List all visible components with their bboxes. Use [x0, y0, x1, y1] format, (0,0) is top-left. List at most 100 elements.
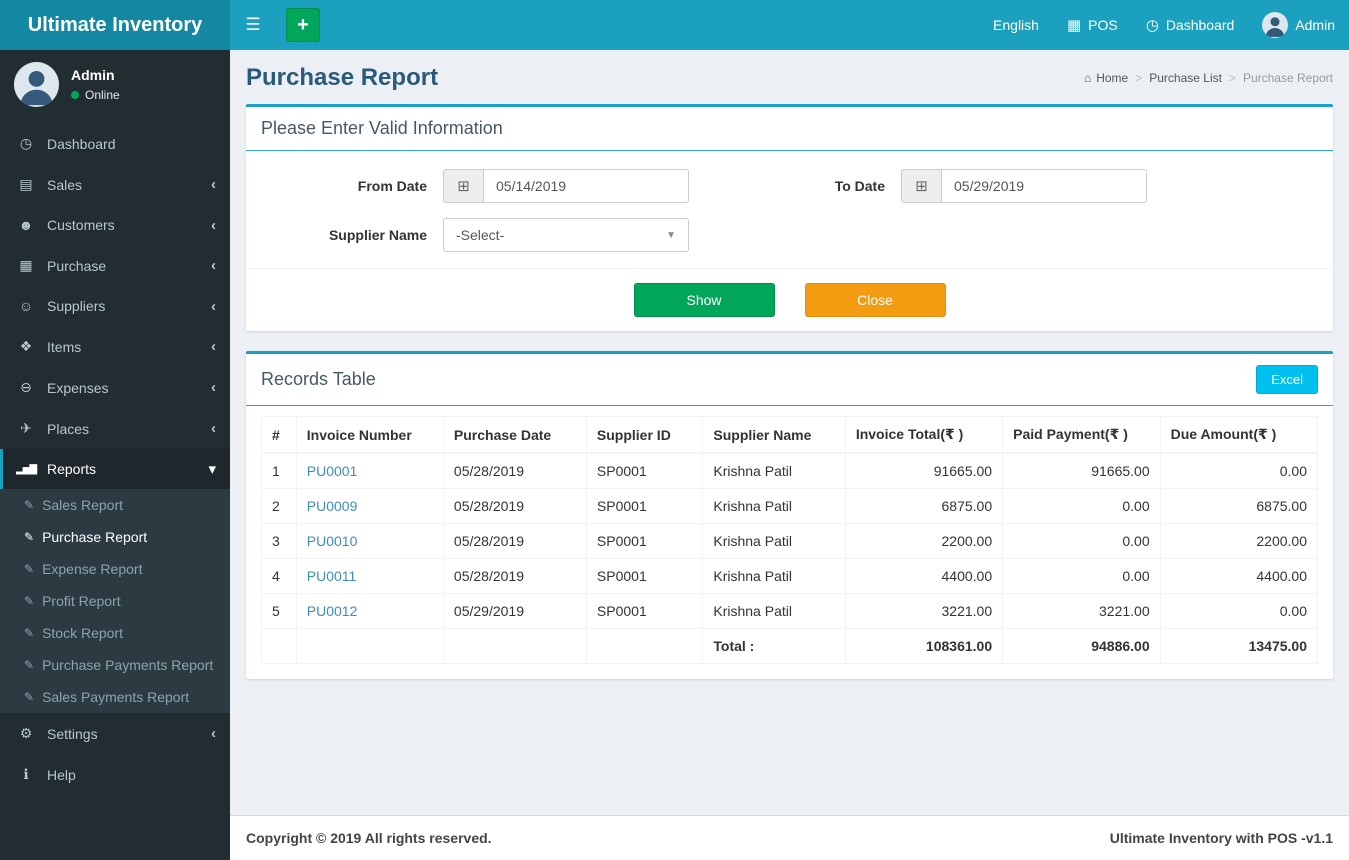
supplier-select[interactable]: -Select- ▼ [443, 218, 689, 252]
info-icon: ℹ [23, 766, 29, 782]
sidebar-toggle-button[interactable]: ☰ [230, 0, 276, 50]
cell-due-amount: 2200.00 [1159, 523, 1319, 559]
cell-supplier-id: SP0001 [585, 452, 704, 489]
sidebar-item-purchase-payments-report[interactable]: ✎ Purchase Payments Report [0, 649, 230, 681]
close-button[interactable]: Close [804, 283, 946, 317]
breadcrumb-home-link[interactable]: ⌂ Home [1084, 71, 1128, 85]
chevron-left-icon: ‹ [211, 297, 216, 315]
sidebar-item-purchase[interactable]: ▦ Purchase ‹ [0, 245, 230, 286]
sidebar-item-settings[interactable]: ⚙ Settings ‹ [0, 713, 230, 754]
breadcrumb-purchase-list-link[interactable]: Purchase List [1149, 71, 1222, 85]
sidebar-item-suppliers[interactable]: ☺ Suppliers ‹ [0, 286, 230, 326]
cell-supplier-name: Krishna Patil [702, 523, 846, 559]
chevron-left-icon: ‹ [211, 725, 216, 742]
sidebar-item-expense-report[interactable]: ✎ Expense Report [0, 553, 230, 585]
calendar-icon: ⊞ [443, 169, 483, 203]
sidebar-item-dashboard[interactable]: ◷ Dashboard [0, 123, 230, 164]
sidebar-item-items[interactable]: ❖ Items ‹ [0, 326, 230, 367]
total-paid-payment: 94886.00 [1002, 628, 1161, 664]
cell-purchase-date: 05/28/2019 [442, 558, 587, 594]
sidebar-item-sales-report[interactable]: ✎ Sales Report [0, 489, 230, 521]
sidebar-item-help[interactable]: ℹ Help [0, 754, 230, 795]
sidebar-item-sales[interactable]: ▤ Sales ‹ [0, 164, 230, 205]
cell-empty [261, 628, 297, 664]
minus-circle-icon: ⊖ [20, 379, 32, 395]
sidebar-user-name: Admin [71, 67, 115, 83]
calculator-icon: ▦ [1066, 17, 1082, 34]
sidebar-item-purchase-report[interactable]: ✎ Purchase Report [0, 521, 230, 553]
dashboard-link[interactable]: ◷ Dashboard [1132, 0, 1249, 50]
cell-index: 1 [261, 452, 297, 489]
invoice-link[interactable]: PU0011 [307, 568, 357, 584]
dashboard-icon: ◷ [1145, 17, 1159, 34]
cell-invoice-number: PU0009 [295, 488, 444, 524]
copyright-text: Copyright © 2019 All rights reserved. [246, 830, 492, 846]
sidebar-item-profit-report[interactable]: ✎ Profit Report [0, 585, 230, 617]
sidebar-item-reports[interactable]: ▂▅▇ Reports ▾ [0, 449, 230, 489]
records-card: Records Table Excel # Invoice Number Pur… [246, 351, 1333, 679]
sidebar-item-expenses[interactable]: ⊖ Expenses ‹ [0, 367, 230, 408]
to-date-input[interactable] [941, 169, 1147, 203]
brand-logo[interactable]: Ultimate Inventory [0, 0, 230, 50]
cell-paid-payment: 3221.00 [1002, 593, 1161, 629]
menu-label: Customers [47, 217, 115, 233]
col-header-index: # [261, 416, 297, 454]
col-header-paid-payment: Paid Payment(₹ ) [1002, 416, 1161, 454]
excel-export-button[interactable]: Excel [1256, 365, 1318, 394]
language-menu[interactable]: English [979, 0, 1053, 50]
show-button[interactable]: Show [633, 283, 775, 317]
invoice-link[interactable]: PU0012 [307, 603, 358, 619]
page-title: Purchase Report [246, 64, 439, 91]
cell-supplier-id: SP0001 [585, 523, 704, 559]
cell-invoice-total: 4400.00 [844, 558, 1004, 594]
col-header-invoice-number: Invoice Number [295, 416, 444, 454]
cell-index: 4 [261, 558, 297, 594]
user-label: Admin [1295, 17, 1335, 33]
chevron-left-icon: ‹ [211, 257, 216, 274]
language-label: English [993, 17, 1039, 33]
add-button[interactable]: + [286, 8, 320, 42]
sidebar-item-customers[interactable]: ☻ Customers ‹ [0, 205, 230, 245]
menu-label: Reports [47, 461, 97, 477]
user-panel: Admin Online [0, 50, 230, 119]
records-card-title: Records Table [261, 369, 376, 389]
to-date-label: To Date [834, 178, 885, 194]
plus-icon: + [297, 13, 309, 36]
table-row: 3 PU0010 05/28/2019 SP0001 Krishna Patil… [261, 523, 1319, 559]
edit-icon: ✎ [24, 530, 35, 544]
invoice-link[interactable]: PU0010 [307, 533, 358, 549]
invoice-link[interactable]: PU0001 [307, 463, 358, 479]
cell-invoice-number: PU0012 [295, 593, 444, 629]
cart-icon: ▤ [19, 176, 33, 192]
cell-purchase-date: 05/29/2019 [442, 593, 587, 629]
breadcrumb-separator: > [1228, 71, 1236, 85]
filter-card-title: Please Enter Valid Information [261, 118, 503, 138]
invoice-link[interactable]: PU0009 [307, 498, 358, 514]
cell-invoice-total: 2200.00 [844, 523, 1004, 559]
chevron-left-icon: ‹ [211, 379, 216, 396]
cell-invoice-total: 3221.00 [844, 593, 1004, 629]
paper-plane-icon: ✈ [20, 420, 32, 436]
chevron-down-icon: ▾ [208, 460, 216, 478]
breadcrumb-current: Purchase Report [1242, 71, 1333, 85]
filter-card: Please Enter Valid Information From Date… [246, 104, 1333, 331]
gear-icon: ⚙ [19, 725, 33, 741]
user-plus-icon: ☺ [18, 298, 34, 314]
menu-label: Expenses [47, 379, 109, 396]
table-row: 5 PU0012 05/29/2019 SP0001 Krishna Patil… [261, 593, 1319, 629]
cell-paid-payment: 0.00 [1002, 488, 1161, 524]
chevron-left-icon: ‹ [211, 338, 216, 355]
cell-supplier-id: SP0001 [585, 558, 704, 594]
sidebar-item-places[interactable]: ✈ Places ‹ [0, 408, 230, 449]
pos-link[interactable]: ▦ POS [1053, 0, 1132, 50]
calendar-icon: ⊞ [901, 169, 941, 203]
topbar-nav: English ▦ POS ◷ Dashboard Admin [979, 0, 1349, 50]
table-row: 2 PU0009 05/28/2019 SP0001 Krishna Patil… [261, 488, 1319, 524]
user-menu[interactable]: Admin [1248, 0, 1349, 50]
sidebar-item-sales-payments-report[interactable]: ✎ Sales Payments Report [0, 681, 230, 713]
from-date-input[interactable] [483, 169, 689, 203]
submenu-label: Expense Report [42, 561, 143, 577]
sidebar-item-stock-report[interactable]: ✎ Stock Report [0, 617, 230, 649]
cell-paid-payment: 0.00 [1002, 523, 1161, 559]
menu-label: Help [47, 766, 76, 783]
